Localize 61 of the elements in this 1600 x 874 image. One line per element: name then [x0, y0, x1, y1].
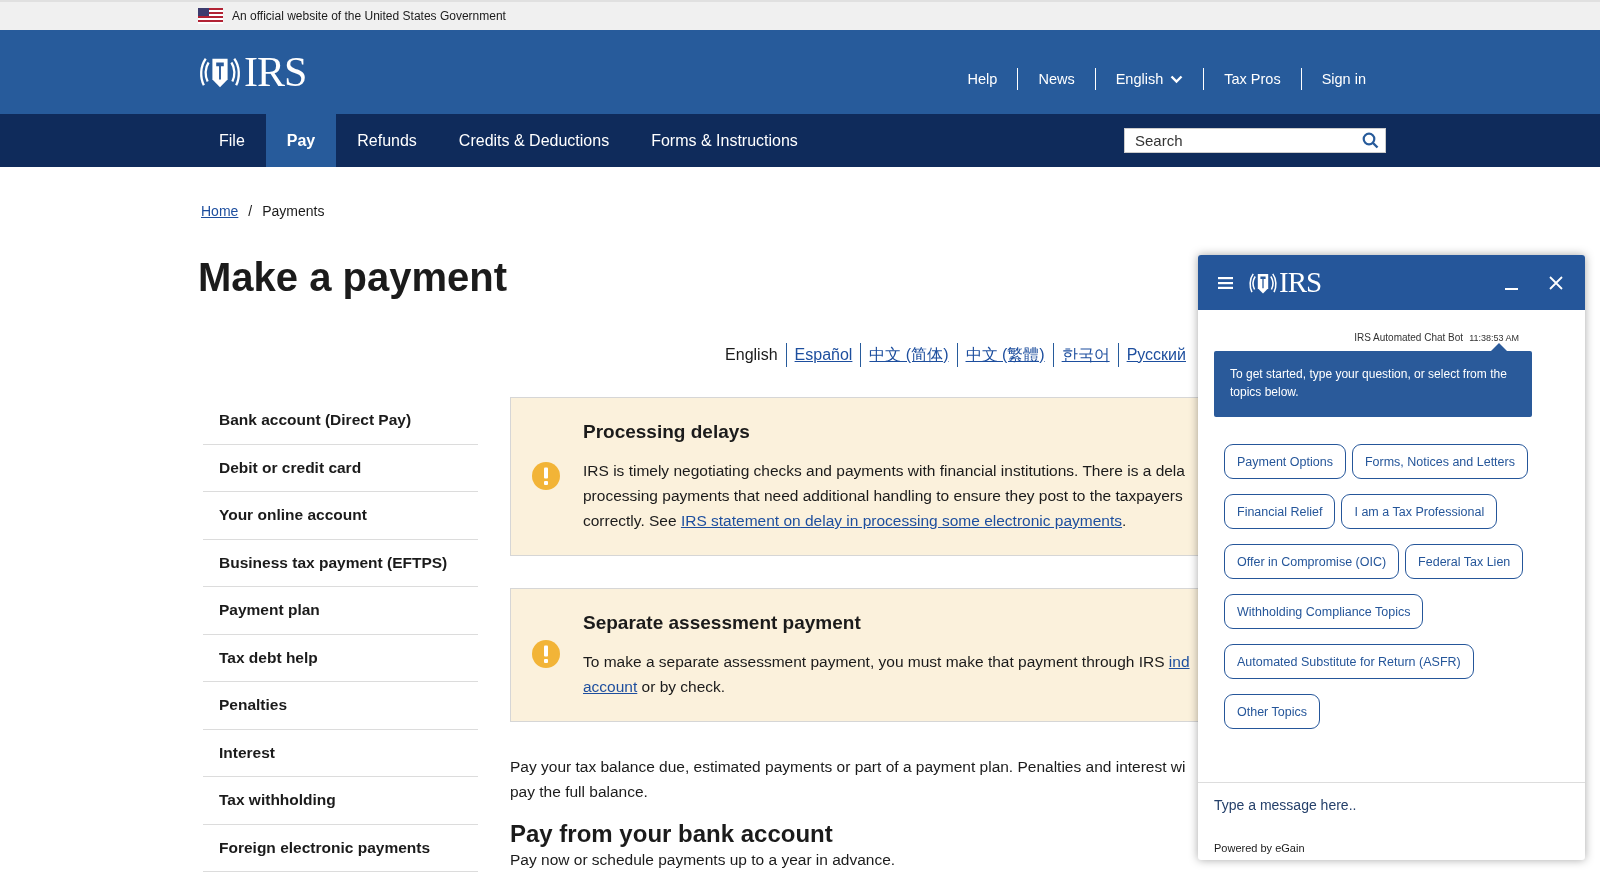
message-time: 11:38:53 AM	[1469, 332, 1519, 343]
irs-logo: IRS	[1248, 268, 1322, 297]
breadcrumb-separator: /	[248, 203, 253, 219]
sender-name: IRS Automated Chat Bot	[1354, 332, 1464, 343]
topic-button[interactable]: Federal Tax Lien	[1405, 544, 1524, 579]
flag-icon	[198, 8, 223, 24]
section-heading: Pay from your bank account	[510, 819, 833, 849]
nav-tab[interactable]: Pay	[265, 114, 337, 167]
sidebar-item[interactable]: Your online account	[203, 492, 478, 540]
breadcrumb-current: Payments	[262, 203, 325, 219]
topic-button[interactable]: Payment Options	[1224, 444, 1346, 479]
bubble-pointer	[1490, 343, 1508, 352]
text-link[interactable]: account	[583, 678, 638, 695]
topic-button[interactable]: Financial Relief	[1224, 494, 1336, 529]
language-link[interactable]: 한국어	[1052, 343, 1118, 367]
nav-tab[interactable]: Refunds	[336, 114, 438, 167]
topic-button[interactable]: Automated Substitute for Return (ASFR)	[1224, 644, 1474, 679]
sidebar-item[interactable]: Interest	[203, 729, 478, 777]
topic-button[interactable]: Offer in Compromise (OIC)	[1224, 544, 1400, 579]
chevron-down-icon	[1170, 74, 1184, 84]
nav-tab[interactable]: File	[198, 114, 266, 167]
page-title: Make a payment	[198, 254, 508, 301]
warning-icon	[532, 640, 560, 668]
topic-button[interactable]: Forms, Notices and Letters	[1351, 444, 1528, 479]
sidebar-item[interactable]: Payment plan	[203, 587, 478, 635]
sidebar-item[interactable]: Foreign electronic payments	[203, 824, 478, 872]
header-link[interactable]: Sign in	[1300, 68, 1386, 90]
sidebar-item[interactable]: Tax debt help	[203, 634, 478, 682]
sidebar-item[interactable]: Debit or credit card	[203, 444, 478, 492]
alert-title: Processing delays	[583, 420, 751, 444]
close-icon[interactable]	[1549, 275, 1563, 290]
topic-button[interactable]: I am a Tax Professional	[1341, 494, 1498, 529]
breadcrumb-link[interactable]: Home	[201, 203, 239, 219]
menu-icon[interactable]	[1218, 276, 1233, 289]
header-link[interactable]: Help	[947, 68, 1018, 90]
language-link[interactable]: 中文 (繁體)	[956, 343, 1053, 367]
intro-paragraph: Pay your tax balance due, estimated payments or part of a payment plan. Penalties and interest wi pay the full balance.	[510, 757, 1187, 802]
official-website-notice: An official website of the United States Government	[232, 9, 506, 23]
topic-button[interactable]: Withholding Compliance Topics	[1224, 594, 1424, 629]
language-link[interactable]: Español	[785, 343, 861, 367]
irs-logo[interactable]: IRS	[198, 51, 307, 93]
header-link[interactable]: News	[1017, 68, 1095, 90]
topic-button[interactable]: Other Topics	[1224, 694, 1320, 729]
text-link[interactable]: ind	[1168, 653, 1190, 670]
search-icon[interactable]	[1362, 132, 1379, 149]
section-text: Pay now or schedule payments up to a year in advance.	[510, 850, 896, 870]
nav-tab[interactable]: Credits & Deductions	[437, 114, 631, 167]
warning-icon	[532, 461, 560, 490]
current-language: English	[724, 345, 779, 365]
search-field[interactable]: Search	[1124, 128, 1386, 153]
powered-by-text: Powered by eGain	[1214, 842, 1306, 854]
sidebar-item[interactable]: Bank account (Direct Pay)	[203, 397, 478, 445]
language-link[interactable]: 中文 (简体)	[860, 343, 957, 367]
header-link[interactable]: Tax Pros	[1203, 68, 1301, 90]
sidebar-item[interactable]: Tax withholding	[203, 777, 478, 825]
sidebar-item[interactable]: Business tax payment (EFTPS)	[203, 539, 478, 587]
nav-tab[interactable]: Forms & Instructions	[630, 114, 819, 167]
sidebar-item[interactable]: Penalties	[203, 682, 478, 730]
language-dropdown[interactable]: English	[1094, 68, 1204, 90]
chat-message-bubble: To get started, type your question, or select from the topics below.	[1214, 351, 1532, 417]
language-link[interactable]: Русский	[1117, 343, 1194, 367]
